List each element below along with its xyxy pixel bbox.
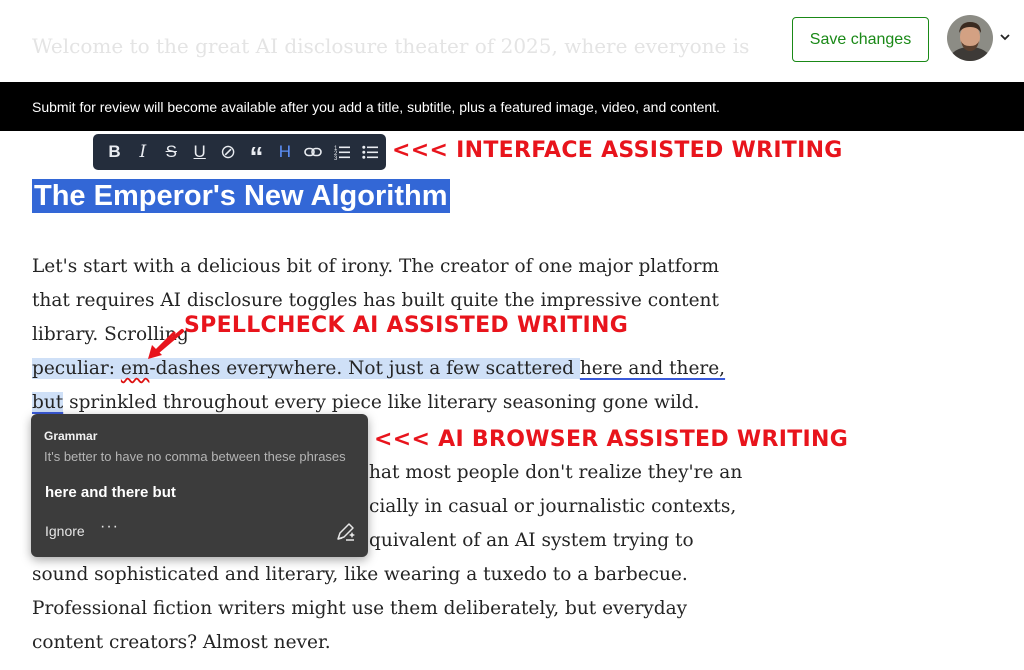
- heading-button[interactable]: H: [272, 137, 297, 167]
- svg-text:3: 3: [334, 156, 338, 160]
- text-segment: peculiar:: [32, 358, 121, 379]
- body-line-9[interactable]: sound sophisticated and literary, like w…: [32, 561, 688, 589]
- underline-icon: U: [193, 142, 206, 161]
- body-line-11[interactable]: content creators? Almost never.: [32, 629, 331, 657]
- strikethrough-icon: S: [165, 142, 177, 161]
- clear-format-icon: ⊘: [220, 141, 237, 163]
- save-changes-button[interactable]: Save changes: [792, 17, 929, 62]
- heading-icon: H: [278, 142, 292, 161]
- quote-button[interactable]: “: [244, 137, 269, 172]
- grammar-suggestion-popup: Grammar It's better to have no comma bet…: [31, 414, 368, 557]
- bulleted-list-button[interactable]: [358, 137, 383, 167]
- text-segment: -dashes everywhere. Not just a few scatt…: [149, 358, 580, 379]
- chevron-down-icon[interactable]: [998, 30, 1012, 44]
- grammar-flag-word[interactable]: but: [32, 392, 64, 413]
- body-line-1[interactable]: Let's start with a delicious bit of iron…: [32, 253, 719, 281]
- body-line-10[interactable]: Professional fiction writers might use t…: [32, 595, 687, 623]
- pen-sparkle-icon[interactable]: [334, 521, 356, 543]
- body-line-7[interactable]: cially in casual or journalistic context…: [369, 493, 736, 521]
- text-segment: sprinkled throughout every piece like li…: [63, 392, 700, 413]
- ignore-button[interactable]: Ignore: [45, 523, 85, 539]
- underline-button[interactable]: U: [187, 137, 212, 167]
- review-notice-text: Submit for review will become available …: [32, 98, 720, 115]
- ordered-list-icon: 1 2 3: [334, 146, 350, 160]
- popup-heading: Grammar: [44, 429, 98, 443]
- bulleted-list-icon: [362, 145, 379, 159]
- more-options-button[interactable]: ···: [100, 518, 119, 536]
- review-notice-banner: Submit for review will become available …: [0, 82, 1024, 131]
- formatting-toolbar: B I S U ⊘ “ H 1 2 3: [93, 134, 386, 172]
- italic-button[interactable]: I: [130, 137, 155, 167]
- bold-button[interactable]: B: [102, 137, 127, 167]
- body-line-5[interactable]: but sprinkled throughout every piece lik…: [32, 389, 700, 417]
- bold-icon: B: [108, 142, 121, 161]
- clear-format-button[interactable]: ⊘: [216, 137, 241, 167]
- annotation-interface: <<< INTERFACE ASSISTED WRITING: [392, 138, 843, 163]
- suggestion-button[interactable]: here and there but: [45, 484, 176, 501]
- body-line-4[interactable]: peculiar: em-dashes everywhere. Not just…: [32, 355, 725, 383]
- italic-icon: I: [139, 142, 147, 162]
- faded-intro-line-1: Welcome to the great AI disclosure theat…: [32, 34, 750, 58]
- link-button[interactable]: [301, 137, 326, 167]
- user-avatar[interactable]: [947, 15, 993, 61]
- annotation-browser: <<< AI BROWSER ASSISTED WRITING: [374, 427, 849, 452]
- annotation-spellcheck: SPELLCHECK AI ASSISTED WRITING: [184, 313, 629, 338]
- red-arrow-icon: [148, 329, 184, 359]
- popup-message: It's better to have no comma between the…: [44, 449, 346, 464]
- body-line-2[interactable]: that requires AI disclosure toggles has …: [32, 287, 719, 315]
- link-icon: [304, 147, 323, 157]
- grammar-flag-phrase[interactable]: here and there,: [580, 358, 725, 379]
- avatar-photo-icon: [947, 15, 993, 61]
- selection-highlight: peculiar: em-dashes everywhere. Not just…: [32, 358, 580, 379]
- quote-icon: “: [249, 141, 264, 172]
- article-title[interactable]: The Emperor's New Algorithm: [32, 179, 450, 213]
- strikethrough-button[interactable]: S: [159, 137, 184, 167]
- ordered-list-button[interactable]: 1 2 3: [329, 137, 354, 167]
- body-line-6[interactable]: hat most people don't realize they're an: [369, 459, 742, 487]
- body-line-8[interactable]: quivalent of an AI system trying to: [369, 527, 694, 555]
